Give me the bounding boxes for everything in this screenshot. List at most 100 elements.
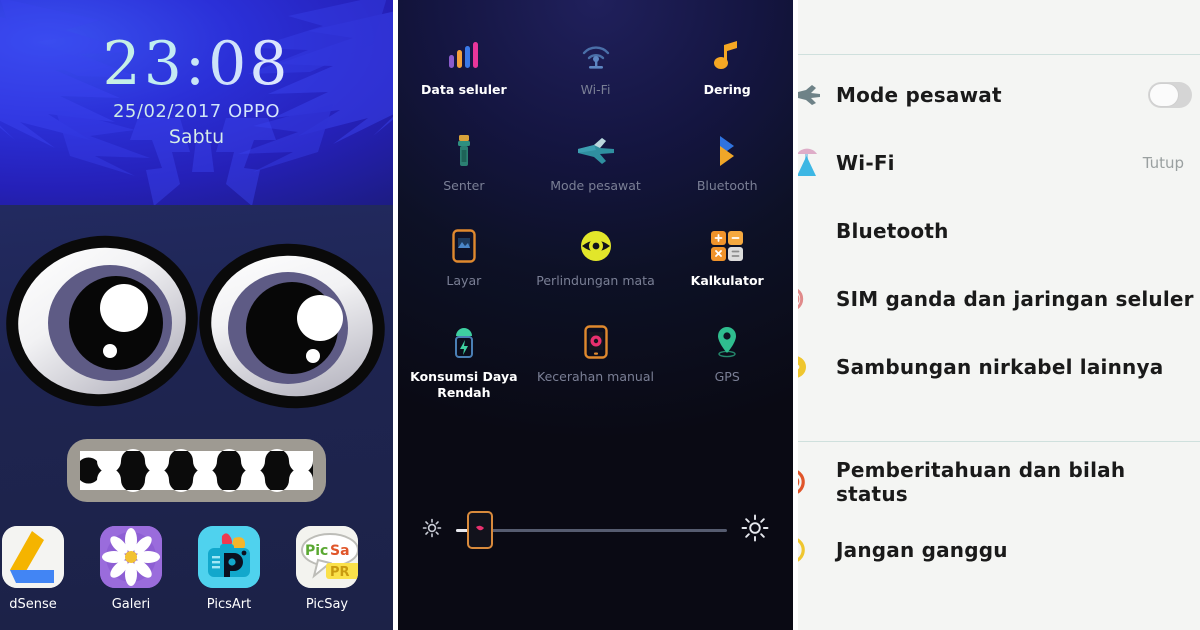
qs-label-data-seluler: Data seluler: [421, 82, 507, 97]
svg-text:Sa: Sa: [330, 543, 350, 559]
qs-row-2: Senter Mode pesawat Bluetooth: [398, 122, 793, 204]
screenshot-triptych: 23:08 25/02/2017 OPPO Sabtu dSense Galer…: [0, 0, 1200, 630]
brightness-low-icon: [422, 518, 442, 542]
wifi-icon: [532, 32, 660, 78]
picsay-icon: Pic Sa PR: [296, 526, 358, 588]
settings-group-gap: [798, 401, 1200, 435]
dock-app-galeri[interactable]: Galeri: [82, 526, 180, 612]
dock-app-picsart[interactable]: PicsArt: [180, 526, 278, 612]
qs-tile-bluetooth[interactable]: Bluetooth: [661, 122, 793, 204]
dock-label-galeri: Galeri: [111, 597, 151, 612]
settings-item-wifi[interactable]: Wi-Fi Tutup: [798, 129, 1200, 197]
signal-bars-icon: [400, 32, 528, 78]
settings-top-spacer: [798, 0, 1200, 48]
sim-card-icon: [798, 285, 822, 313]
quick-settings-panel: Data seluler Wi-Fi Dering Senter Mode pe…: [398, 0, 793, 630]
eye-care-icon: [532, 223, 660, 269]
manual-brightness-icon: [532, 319, 660, 365]
qs-label-perlindungan-mata: Perlindungan mata: [536, 273, 655, 289]
settings-value-wifi: Tutup: [1142, 154, 1184, 172]
qs-label-wifi: Wi-Fi: [580, 82, 611, 97]
brightness-thumb[interactable]: [467, 510, 494, 549]
settings-label-sambungan-nirkabel: Sambungan nirkabel lainnya: [836, 355, 1164, 379]
qs-label-dering: Dering: [703, 82, 751, 97]
adsense-icon: [2, 526, 64, 588]
brightness-slider[interactable]: [398, 510, 793, 549]
toggle-knob: [1149, 83, 1179, 107]
lockscreen-clock-widget: 23:08 25/02/2017 OPPO Sabtu: [0, 34, 393, 147]
dock-label-picsart: PicsArt: [206, 597, 252, 612]
settings-item-jangan-ganggu[interactable]: Jangan ganggu: [798, 516, 1200, 584]
wifi-icon: [798, 148, 822, 178]
qs-tile-gps[interactable]: GPS: [661, 313, 793, 410]
settings-item-pemberitahuan[interactable]: Pemberitahuan dan bilah status: [798, 448, 1200, 516]
svg-text:PR: PR: [330, 565, 350, 580]
screenshot-icon: [400, 223, 528, 269]
airplane-icon: [532, 128, 660, 174]
svg-text:Pic: Pic: [305, 543, 328, 559]
location-pin-icon: [663, 319, 791, 365]
dock-app-picsay[interactable]: Pic Sa PR PicSay: [278, 526, 376, 612]
qs-tile-kecerahan-manual[interactable]: Kecerahan manual: [530, 313, 662, 410]
qs-label-konsumsi-daya-rendah: Konsumsi Daya Rendah: [410, 368, 518, 400]
settings-label-jangan-ganggu: Jangan ganggu: [836, 538, 1008, 562]
qs-tile-konsumsi-daya-rendah[interactable]: Konsumsi Daya Rendah: [398, 313, 530, 410]
lock-day: Sabtu: [0, 128, 393, 147]
qs-tile-mode-pesawat[interactable]: Mode pesawat: [530, 122, 662, 204]
brightness-high-icon: [741, 514, 769, 546]
qs-tile-data-seluler[interactable]: Data seluler: [398, 26, 530, 108]
qs-row-1: Data seluler Wi-Fi Dering: [398, 26, 793, 108]
settings-item-bluetooth[interactable]: Bluetooth: [798, 197, 1200, 265]
settings-label-mode-pesawat: Mode pesawat: [836, 83, 1002, 107]
brightness-track[interactable]: [456, 510, 727, 549]
qs-tile-senter[interactable]: Senter: [398, 122, 530, 204]
qs-row-3: Layar Perlindungan mata Kalkulator: [398, 217, 793, 299]
qs-label-kalkulator: Kalkulator: [690, 273, 764, 289]
power-saving-icon: [400, 319, 528, 365]
lock-time: 23:08: [0, 34, 393, 94]
qs-label-bluetooth: Bluetooth: [696, 177, 758, 193]
qs-label-kecerahan-manual: Kecerahan manual: [537, 368, 654, 384]
do-not-disturb-icon: [798, 536, 822, 564]
qs-row-4: Konsumsi Daya Rendah Kecerahan manual GP…: [398, 313, 793, 410]
settings-label-pemberitahuan: Pemberitahuan dan bilah status: [836, 458, 1126, 506]
bluetooth-icon: [798, 217, 822, 245]
app-dock: dSense Galeri PicsArt Pic Sa PR PicSay: [0, 510, 393, 630]
settings-item-sambungan-nirkabel[interactable]: Sambungan nirkabel lainnya: [798, 333, 1200, 401]
airplane-icon: [798, 85, 822, 105]
settings-label-bluetooth: Bluetooth: [836, 219, 949, 243]
music-note-icon: [663, 32, 791, 78]
settings-label-wifi: Wi-Fi: [836, 151, 895, 175]
dock-label-adsense: dSense: [9, 597, 57, 612]
qs-tile-layar[interactable]: Layar: [398, 217, 530, 299]
qs-tile-wifi[interactable]: Wi-Fi: [530, 26, 662, 108]
notification-icon: [798, 468, 822, 496]
flashlight-icon: [400, 128, 528, 174]
settings-label-sim-ganda: SIM ganda dan jaringan seluler: [836, 287, 1194, 311]
qs-label-mode-pesawat: Mode pesawat: [550, 177, 641, 193]
qs-tile-perlindungan-mata[interactable]: Perlindungan mata: [530, 217, 662, 299]
settings-item-mode-pesawat[interactable]: Mode pesawat: [798, 61, 1200, 129]
monster-face-illustration: [6, 235, 385, 502]
settings-divider-middle: [798, 441, 1200, 442]
gallery-icon: [100, 526, 162, 588]
qs-label-gps: GPS: [714, 368, 740, 384]
qs-tile-kalkulator[interactable]: Kalkulator: [661, 217, 793, 299]
qs-tile-dering[interactable]: Dering: [661, 26, 793, 108]
lock-date: 25/02/2017 OPPO: [0, 103, 393, 121]
lockscreen-panel: 23:08 25/02/2017 OPPO Sabtu dSense Galer…: [0, 0, 393, 630]
qs-label-senter: Senter: [443, 177, 485, 193]
bluetooth-icon: [663, 128, 791, 174]
picsart-icon: [198, 526, 260, 588]
monster-wallpaper: dSense Galeri PicsArt Pic Sa PR PicSay: [0, 205, 393, 630]
wireless-icon: [798, 353, 822, 381]
dock-label-picsay: PicSay: [305, 597, 349, 612]
settings-divider-top: [798, 54, 1200, 55]
settings-item-sim-ganda[interactable]: SIM ganda dan jaringan seluler: [798, 265, 1200, 333]
dock-app-adsense[interactable]: dSense: [0, 526, 82, 612]
mode-pesawat-toggle[interactable]: [1148, 82, 1192, 108]
calculator-icon: [663, 223, 791, 269]
settings-panel: Mode pesawat Wi-Fi Tutup Bluetooth SIM g…: [798, 0, 1200, 630]
quick-settings-grid: Data seluler Wi-Fi Dering Senter Mode pe…: [398, 0, 793, 410]
qs-label-layar: Layar: [446, 273, 482, 289]
